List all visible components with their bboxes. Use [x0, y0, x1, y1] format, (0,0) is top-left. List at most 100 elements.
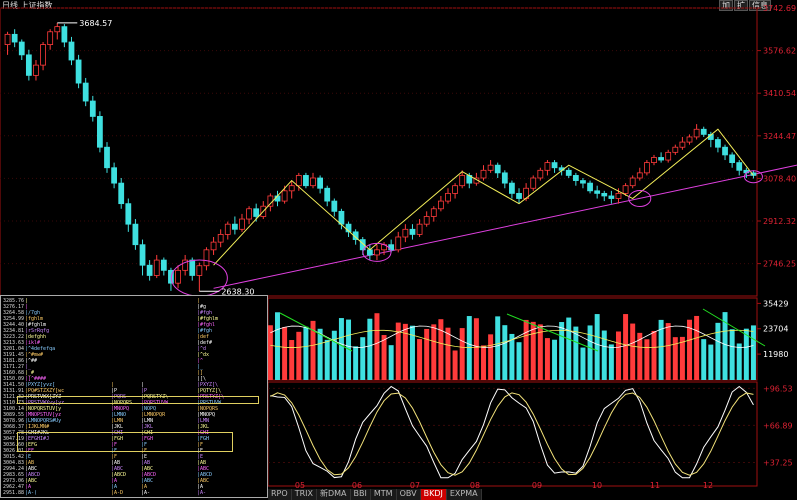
candle-body	[253, 208, 260, 217]
volume-bar	[736, 343, 742, 380]
x-tick-label: 11	[650, 481, 660, 490]
tab-mtm[interactable]: MTM	[370, 489, 397, 500]
candle-body	[132, 223, 139, 246]
volume-bar	[445, 327, 451, 380]
market-profile-panel: 3285.76 3276.17 3264.58 3254.99 3244.40 3234.…	[0, 295, 268, 498]
candle-body	[175, 269, 181, 284]
candle-body	[530, 177, 537, 189]
volume-bar	[388, 345, 394, 380]
volume-bar	[353, 346, 359, 380]
candle-body	[594, 190, 601, 194]
volume-bar	[417, 339, 423, 380]
tab-trix[interactable]: TRIX	[291, 489, 317, 500]
candle-body	[686, 136, 693, 143]
candle-body	[97, 116, 103, 148]
candle-body	[736, 162, 743, 171]
candle-body	[480, 169, 487, 179]
volume-bar	[750, 325, 756, 380]
volume-bar	[324, 339, 330, 380]
volume-bar	[317, 328, 323, 380]
volume-bar	[431, 324, 437, 380]
volume-bar	[409, 325, 415, 380]
candle-body	[452, 185, 458, 194]
profile-price-label: 2951.88	[3, 490, 25, 496]
kdj-tick-label: +96.53	[763, 384, 793, 393]
volume-bar	[530, 321, 536, 380]
candle-body	[629, 177, 636, 187]
volume-bar	[594, 314, 600, 380]
candle-body	[658, 157, 664, 161]
tab-obv[interactable]: OBV	[396, 489, 421, 500]
volume-bar	[694, 315, 700, 380]
volume-bar	[587, 325, 593, 380]
candle-body	[423, 216, 430, 225]
candle-body	[729, 154, 736, 164]
candle-body	[715, 139, 721, 148]
candle-body	[551, 162, 558, 169]
candle-body	[75, 59, 82, 84]
candle-body	[54, 26, 61, 33]
tab-rpo[interactable]: RPO	[268, 489, 292, 500]
candle-body	[160, 259, 167, 271]
volume-bar	[615, 331, 621, 380]
candle-body	[310, 177, 316, 187]
volume-bar	[338, 318, 344, 380]
kdj-d-line	[270, 392, 754, 476]
volume-bar	[708, 344, 714, 380]
candle-body	[239, 218, 245, 230]
candle-body	[501, 172, 508, 184]
volume-bar	[459, 328, 465, 380]
volume-bar	[608, 344, 614, 380]
profile-row: |A-(	[25, 490, 38, 496]
candle-body	[231, 223, 238, 230]
candle-body	[416, 223, 423, 235]
volume-bar	[523, 319, 529, 380]
volume-bar	[502, 325, 508, 380]
candle-body	[189, 259, 196, 276]
candle-body	[246, 208, 252, 220]
volume-bar	[424, 328, 430, 380]
price-tick-label: 3742.69	[763, 4, 796, 13]
volume-bar	[729, 329, 735, 380]
volume-bar	[331, 330, 337, 380]
x-tick-label: 12	[703, 481, 713, 490]
volume-bar	[402, 323, 408, 380]
candle-body	[25, 54, 32, 76]
tab-dma[interactable]: 新DMA	[316, 489, 351, 500]
kdj-tick-label: +66.89	[763, 421, 793, 430]
candle-body	[317, 177, 324, 189]
x-tick-label: 10	[592, 481, 602, 490]
volume-bar	[438, 319, 444, 380]
candle-body	[104, 146, 110, 169]
volume-bar	[623, 314, 629, 380]
volume-tick-label: 11980	[763, 350, 788, 359]
candle-body	[537, 169, 544, 179]
profile-row: |A-	[197, 490, 207, 496]
volume-bar	[452, 350, 458, 380]
candle-body	[111, 167, 117, 184]
candle-body	[89, 100, 96, 117]
volume-bar	[466, 316, 472, 380]
profile-row: |A-D	[111, 490, 124, 496]
value-area-box	[17, 432, 233, 452]
volume-bar	[601, 330, 607, 380]
volume-bar	[516, 342, 522, 380]
volume-bar	[701, 339, 707, 380]
candle-body	[679, 141, 686, 148]
volume-bar	[679, 336, 685, 380]
tab-expma[interactable]: EXPMA	[446, 489, 482, 500]
candle-body	[608, 195, 615, 199]
tab-bbi[interactable]: BBI	[350, 489, 371, 500]
tab-bkdj[interactable]: BKDJ	[420, 489, 447, 500]
candle-body	[18, 41, 25, 56]
candle-body	[565, 169, 572, 176]
indicator-tabs: RPO TRIX 新DMA BBI MTM OBV BKDJ EXPMA	[268, 489, 482, 500]
price-tick-label: 3576.62	[763, 47, 796, 56]
volume-bar	[644, 339, 650, 380]
candle-body	[203, 249, 210, 267]
volume-bar	[495, 316, 501, 380]
candle-body	[217, 234, 224, 243]
candle-body	[665, 151, 672, 161]
candle-body	[139, 244, 146, 266]
candle-body	[459, 175, 466, 187]
